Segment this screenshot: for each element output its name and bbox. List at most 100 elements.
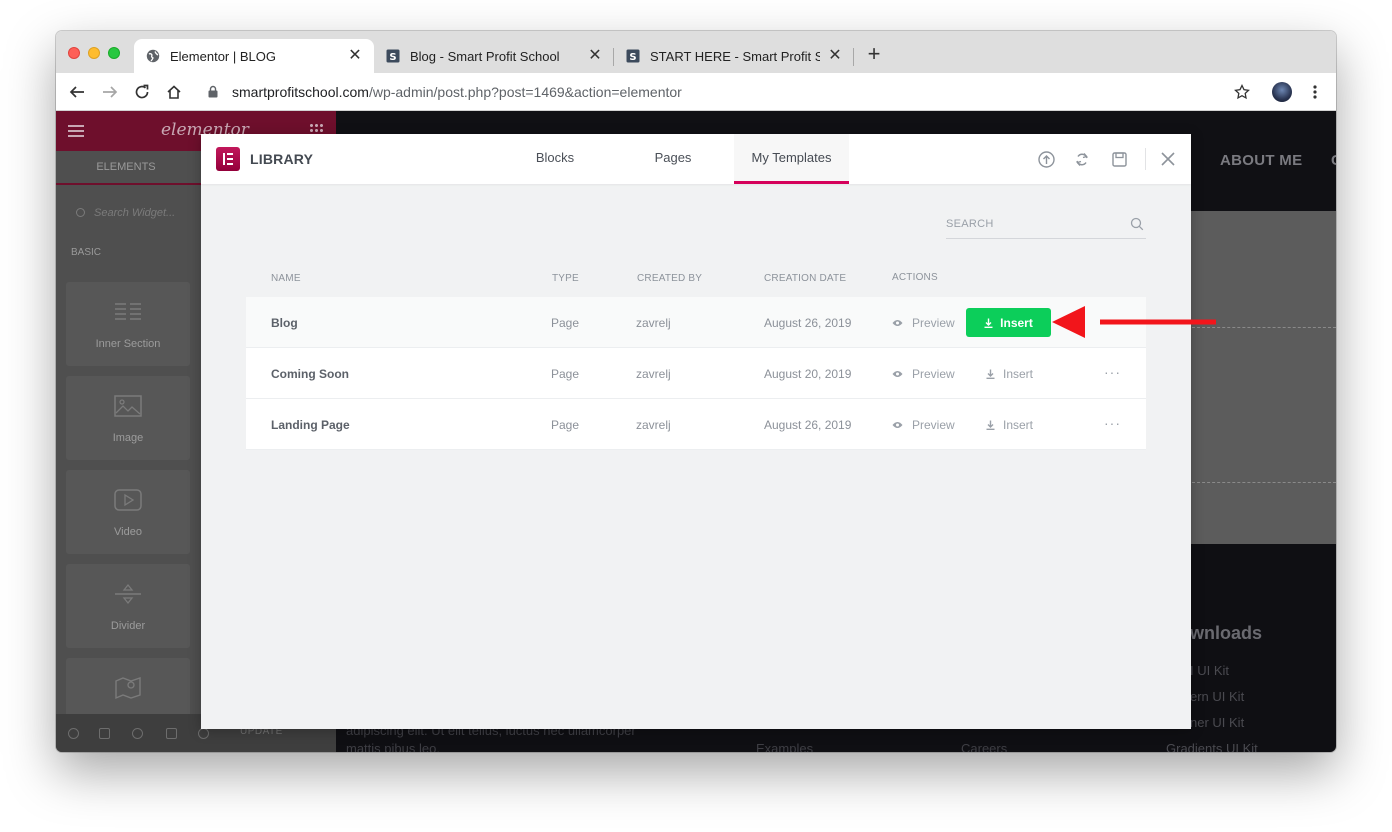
column-header-creation-date: CREATION DATE xyxy=(764,273,847,284)
footer-link[interactable]: ern UI Kit xyxy=(1190,689,1244,704)
footer-heading: wnloads xyxy=(1190,623,1263,643)
reload-icon[interactable] xyxy=(132,82,152,102)
browser-tab-blog[interactable]: S Blog - Smart Profit School ✕ xyxy=(374,39,614,73)
tab-title: Elementor | BLOG xyxy=(170,48,276,64)
more-options-icon[interactable]: ··· xyxy=(1104,415,1121,431)
templates-list: Blog Page zavrelj August 26, 2019 Previe… xyxy=(246,297,1146,450)
history-icon[interactable] xyxy=(132,728,143,739)
header-separator xyxy=(1145,148,1146,170)
video-icon xyxy=(114,489,142,511)
minimize-window-button[interactable] xyxy=(88,47,100,59)
divider-icon xyxy=(115,583,141,605)
category-label: BASIC xyxy=(71,247,102,258)
library-modal: LIBRARY Blocks Pages My Templates SEARCH… xyxy=(201,134,1191,729)
close-icon[interactable] xyxy=(1159,150,1177,168)
column-header-created-by: CREATED BY xyxy=(637,273,703,284)
url-host: smartprofitschool.com xyxy=(232,84,369,100)
preview-button[interactable]: Preview xyxy=(892,367,955,381)
svg-text:S: S xyxy=(629,52,636,63)
tab-strip: Elementor | BLOG ✕ S Blog - Smart Profit… xyxy=(56,31,1336,73)
browser-tab-elementor[interactable]: Elementor | BLOG ✕ xyxy=(134,39,374,73)
layers-icon[interactable] xyxy=(99,728,110,739)
tab-blocks[interactable]: Blocks xyxy=(510,134,600,184)
nav-item-about[interactable]: ABOUT ME xyxy=(1220,152,1302,169)
image-icon xyxy=(114,395,142,417)
preview-button[interactable]: Preview xyxy=(892,316,955,330)
column-header-name: NAME xyxy=(271,273,301,284)
browser-toolbar: smartprofitschool.com/wp-admin/post.php?… xyxy=(56,73,1336,111)
template-author: zavrelj xyxy=(636,418,671,432)
widget-divider[interactable]: Divider xyxy=(66,564,190,648)
insert-label: Insert xyxy=(1003,367,1034,381)
footer-link[interactable]: Examples xyxy=(756,741,813,752)
library-header: LIBRARY Blocks Pages My Templates xyxy=(201,134,1191,184)
template-name: Landing Page xyxy=(271,418,350,432)
close-tab-icon[interactable]: ✕ xyxy=(828,48,842,64)
maximize-window-button[interactable] xyxy=(108,47,120,59)
preview-label: Preview xyxy=(912,418,955,432)
forward-arrow-icon[interactable] xyxy=(100,82,120,102)
close-tab-icon[interactable]: ✕ xyxy=(588,48,602,64)
widget-label: Inner Section xyxy=(95,338,161,350)
column-header-actions: ACTIONS xyxy=(892,272,938,283)
svg-text:S: S xyxy=(389,52,396,63)
widget-video[interactable]: Video xyxy=(66,470,190,554)
widget-image[interactable]: Image xyxy=(66,376,190,460)
search-icon xyxy=(1130,217,1144,231)
upload-icon[interactable] xyxy=(1037,150,1055,168)
download-icon xyxy=(984,318,993,328)
column-header-type: TYPE xyxy=(552,273,579,284)
section-divider xyxy=(1192,482,1336,483)
tab-my-templates[interactable]: My Templates xyxy=(734,134,849,184)
footer-link[interactable]: I UI Kit xyxy=(1190,663,1229,678)
lock-icon xyxy=(208,85,220,99)
elementor-e-icon xyxy=(216,147,240,171)
tab-separator xyxy=(853,48,854,66)
footer-link[interactable]: Careers xyxy=(961,741,1007,752)
template-row: Blog Page zavrelj August 26, 2019 Previe… xyxy=(246,297,1146,348)
template-date: August 26, 2019 xyxy=(764,316,852,330)
nav-item-partial[interactable]: C xyxy=(1331,152,1336,169)
bookmark-star-icon[interactable] xyxy=(1232,82,1252,102)
template-name: Blog xyxy=(271,316,298,330)
browser-tab-start-here[interactable]: S START HERE - Smart Profit School ✕ xyxy=(614,39,854,73)
search-input[interactable] xyxy=(946,214,1116,234)
tab-pages[interactable]: Pages xyxy=(628,134,718,184)
profile-avatar[interactable] xyxy=(1272,82,1292,102)
tab-title: Blog - Smart Profit School xyxy=(410,48,560,64)
site-s-icon: S xyxy=(626,49,640,63)
template-row: Landing Page Page zavrelj August 26, 201… xyxy=(246,399,1146,450)
template-type: Page xyxy=(551,418,580,432)
widget-label: Image xyxy=(112,432,144,444)
sync-icon[interactable] xyxy=(1073,150,1091,168)
more-options-icon[interactable]: ··· xyxy=(1104,364,1121,380)
home-icon[interactable] xyxy=(164,82,184,102)
close-tab-icon[interactable]: ✕ xyxy=(348,48,362,64)
library-title: LIBRARY xyxy=(250,151,314,167)
url-path: /wp-admin/post.php?post=1469&action=elem… xyxy=(368,84,682,100)
insert-button[interactable]: Insert xyxy=(986,367,1033,381)
page-viewport: elementor ELEMENTS Search Widget... BASI… xyxy=(56,111,1336,752)
download-icon xyxy=(986,420,995,430)
hamburger-menu-icon[interactable] xyxy=(68,125,84,137)
inner-section-icon xyxy=(115,303,141,320)
settings-icon[interactable] xyxy=(68,728,79,739)
footer-link[interactable]: Gradients UI Kit xyxy=(1166,741,1258,752)
address-bar[interactable]: smartprofitschool.com/wp-admin/post.php?… xyxy=(198,79,1268,105)
template-name: Coming Soon xyxy=(271,367,349,381)
preview-button[interactable]: Preview xyxy=(892,418,955,432)
new-tab-button[interactable]: + xyxy=(864,43,884,65)
template-date: August 20, 2019 xyxy=(764,367,852,381)
responsive-mode-icon[interactable] xyxy=(166,728,177,739)
back-arrow-icon[interactable] xyxy=(67,82,87,102)
insert-button[interactable]: Insert xyxy=(966,308,1051,337)
close-window-button[interactable] xyxy=(68,47,80,59)
footer-link[interactable]: ner UI Kit xyxy=(1190,715,1244,730)
insert-button[interactable]: Insert xyxy=(986,418,1033,432)
tab-elements[interactable]: ELEMENTS xyxy=(56,151,196,183)
save-icon[interactable] xyxy=(1110,150,1128,168)
kebab-menu-icon[interactable] xyxy=(1305,82,1325,102)
widget-inner-section[interactable]: Inner Section xyxy=(66,282,190,366)
tab-title: START HERE - Smart Profit School xyxy=(650,48,820,64)
preview-icon[interactable] xyxy=(198,728,209,739)
